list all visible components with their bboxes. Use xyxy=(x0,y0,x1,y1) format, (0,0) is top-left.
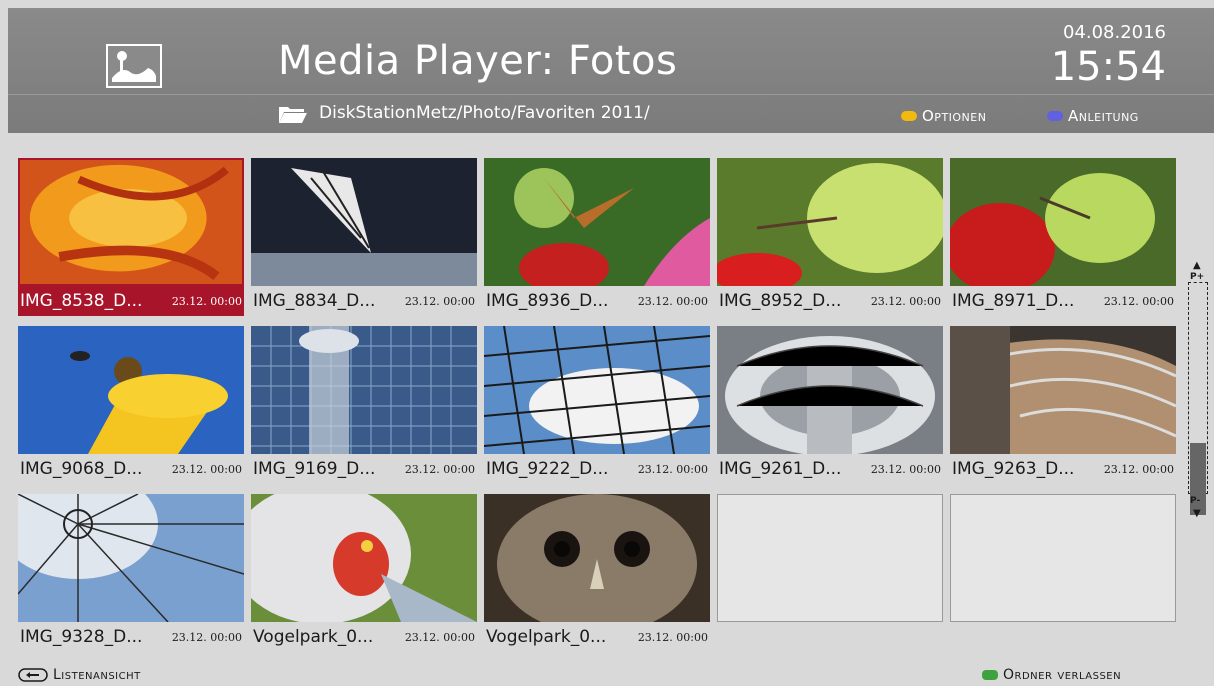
photo-caption: IMG_8971_D... 23.12. 00:00 xyxy=(950,286,1176,316)
photo-caption: IMG_9261_D... 23.12. 00:00 xyxy=(717,454,943,484)
photo-thumbnail xyxy=(18,158,244,286)
photo-caption: IMG_8538_D... 23.12. 00:00 xyxy=(18,286,244,316)
leave-folder-label: Ordner verlassen xyxy=(1003,667,1122,683)
arrow-down-icon[interactable]: ▼ xyxy=(1193,508,1201,519)
arrow-up-icon[interactable]: ▲ xyxy=(1193,260,1201,271)
photo-caption: IMG_8952_D... 23.12. 00:00 xyxy=(717,286,943,316)
photo-thumbnail xyxy=(251,158,477,286)
photo-filename: IMG_9169_D... xyxy=(253,459,376,479)
options-button[interactable]: Optionen xyxy=(901,107,986,125)
photo-timestamp: 23.12. 00:00 xyxy=(637,630,708,644)
photo-caption: IMG_9222_D... 23.12. 00:00 xyxy=(484,454,710,484)
photo-thumbnail xyxy=(484,158,710,286)
list-view-label: Listenansicht xyxy=(53,667,141,683)
photo-timestamp: 23.12. 00:00 xyxy=(870,462,941,476)
photo-timestamp: 23.12. 00:00 xyxy=(637,462,708,476)
photo-thumbnail xyxy=(18,494,244,622)
photo-thumbnail xyxy=(950,158,1176,286)
back-button-icon xyxy=(18,668,48,682)
photo-filename: IMG_9328_D... xyxy=(20,627,143,647)
photo-thumbnail xyxy=(484,494,710,622)
breadcrumb: DiskStationMetz/Photo/Favoriten 2011/ Op… xyxy=(8,94,1214,134)
photo-thumbnail xyxy=(484,326,710,454)
empty-slot xyxy=(717,494,943,622)
options-label: Optionen xyxy=(922,107,987,125)
scroll-track[interactable] xyxy=(1188,282,1208,515)
photo-filename: IMG_8952_D... xyxy=(719,291,842,311)
page-up-label: P+ xyxy=(1190,272,1205,282)
photo-timestamp: 23.12. 00:00 xyxy=(404,630,475,644)
empty-slot xyxy=(950,494,1176,622)
photo-filename: Vogelpark_0... xyxy=(253,627,374,647)
green-key-icon xyxy=(982,670,998,680)
photo-timestamp: 23.12. 00:00 xyxy=(637,294,708,308)
photo-filename: IMG_8971_D... xyxy=(952,291,1075,311)
photo-thumbnail xyxy=(717,326,943,454)
list-view-button[interactable]: Listenansicht xyxy=(18,667,141,683)
photo-caption: Vogelpark_0... 23.12. 00:00 xyxy=(251,622,477,652)
guide-button[interactable]: Anleitung xyxy=(1047,107,1139,125)
folder-path: DiskStationMetz/Photo/Favoriten 2011/ xyxy=(319,103,650,123)
page-scrollbar[interactable]: ▲ P+ P- ▼ xyxy=(1188,260,1210,520)
photo-filename: IMG_9068_D... xyxy=(20,459,143,479)
photo-timestamp: 23.12. 00:00 xyxy=(404,462,475,476)
photo-app-icon xyxy=(106,44,162,88)
photo-caption: IMG_8834_D... 23.12. 00:00 xyxy=(251,286,477,316)
photo-thumbnail xyxy=(251,494,477,622)
photo-filename: IMG_8538_D... xyxy=(20,291,143,311)
photo-filename: IMG_9222_D... xyxy=(486,459,609,479)
photo-thumbnail xyxy=(251,326,477,454)
yellow-key-icon xyxy=(901,111,917,121)
folder-open-icon xyxy=(279,107,307,123)
photo-filename: IMG_9263_D... xyxy=(952,459,1075,479)
photo-timestamp: 23.12. 00:00 xyxy=(870,294,941,308)
page-title: Media Player: Fotos xyxy=(278,38,678,84)
photo-timestamp: 23.12. 00:00 xyxy=(1103,462,1174,476)
photo-filename: IMG_8834_D... xyxy=(253,291,376,311)
photo-filename: IMG_9261_D... xyxy=(719,459,842,479)
photo-thumbnail xyxy=(18,326,244,454)
photo-thumbnail xyxy=(950,326,1176,454)
leave-folder-button[interactable]: Ordner verlassen xyxy=(982,667,1121,683)
date-display: 04.08.2016 xyxy=(1062,22,1166,43)
photo-caption: IMG_9068_D... 23.12. 00:00 xyxy=(18,454,244,484)
photo-timestamp: 23.12. 00:00 xyxy=(171,630,242,644)
photo-timestamp: 23.12. 00:00 xyxy=(404,294,475,308)
photo-thumbnail xyxy=(717,158,943,286)
photo-caption: Vogelpark_0... 23.12. 00:00 xyxy=(484,622,710,652)
photo-filename: IMG_8936_D... xyxy=(486,291,609,311)
photo-timestamp: 23.12. 00:00 xyxy=(171,462,242,476)
clock-display: 15:54 xyxy=(1050,44,1166,90)
photo-timestamp: 23.12. 00:00 xyxy=(1103,294,1174,308)
photo-filename: Vogelpark_0... xyxy=(486,627,607,647)
blue-key-icon xyxy=(1047,111,1063,121)
header: Media Player: Fotos 04.08.2016 15:54 Dis… xyxy=(8,8,1214,133)
photo-caption: IMG_9169_D... 23.12. 00:00 xyxy=(251,454,477,484)
guide-label: Anleitung xyxy=(1068,107,1139,125)
page-down-label: P- xyxy=(1190,496,1201,506)
photo-caption: IMG_9328_D... 23.12. 00:00 xyxy=(18,622,244,652)
photo-caption: IMG_9263_D... 23.12. 00:00 xyxy=(950,454,1176,484)
photo-timestamp: 23.12. 00:00 xyxy=(171,294,242,308)
photo-caption: IMG_8936_D... 23.12. 00:00 xyxy=(484,286,710,316)
